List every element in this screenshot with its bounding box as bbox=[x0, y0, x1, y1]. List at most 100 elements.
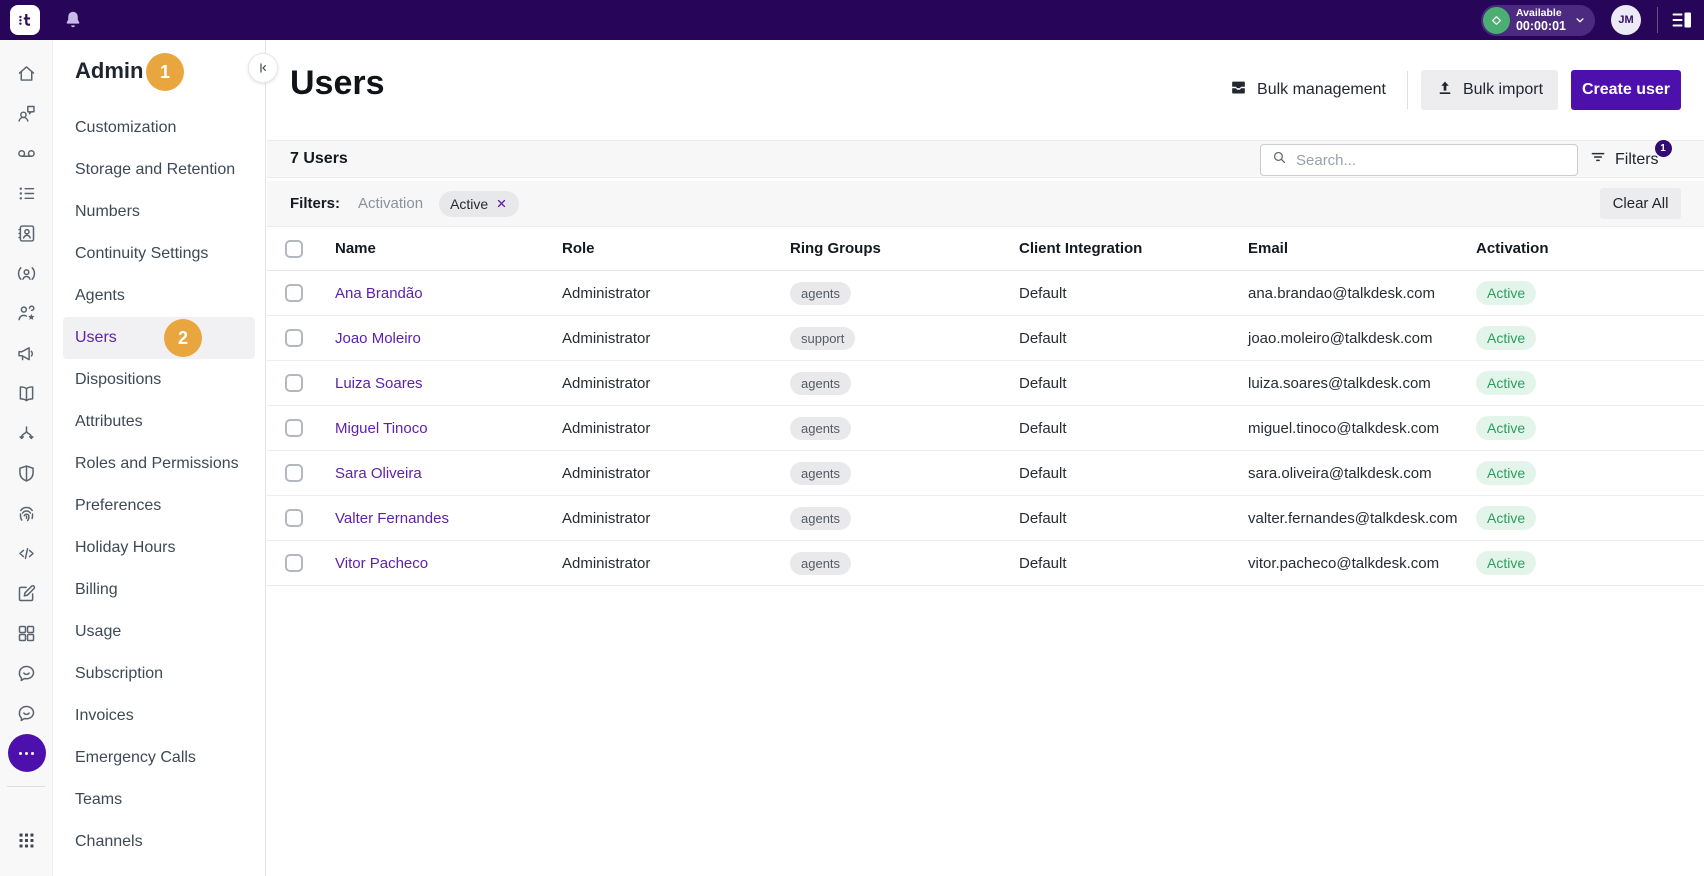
user-name-link[interactable]: Sara Oliveira bbox=[335, 465, 562, 482]
filter-icon bbox=[1589, 148, 1607, 171]
table-header: Name Role Ring Groups Client Integration… bbox=[267, 227, 1704, 271]
user-name-link[interactable]: Joao Moleiro bbox=[335, 330, 562, 347]
select-all-checkbox[interactable] bbox=[285, 239, 303, 258]
conversations-icon[interactable] bbox=[0, 93, 53, 133]
user-name-link[interactable]: Luiza Soares bbox=[335, 375, 562, 392]
sidebar-item-users[interactable]: Users 2 bbox=[63, 317, 255, 359]
voicemail-icon[interactable] bbox=[0, 133, 53, 173]
sidebar-item-attributes[interactable]: Attributes bbox=[53, 401, 265, 443]
user-count: 7 Users bbox=[290, 150, 348, 167]
ring-group-chip: agents bbox=[790, 281, 852, 305]
agent-status-selector[interactable]: Available 00:00:01 bbox=[1480, 4, 1595, 36]
sidebar-item-label: Subscription bbox=[75, 665, 164, 682]
sidebar-item-channels[interactable]: Channels bbox=[53, 821, 265, 863]
app-rail bbox=[0, 40, 53, 876]
user-name-link[interactable]: Ana Brandão bbox=[335, 285, 562, 302]
dashboard-icon[interactable] bbox=[0, 613, 53, 653]
step-badge-2: 2 bbox=[164, 319, 202, 357]
client-integration: Default bbox=[1019, 554, 1067, 572]
step-badge-1: 1 bbox=[146, 53, 184, 91]
sidebar-item-subscription[interactable]: Subscription bbox=[53, 653, 265, 695]
row-checkbox[interactable] bbox=[285, 374, 303, 392]
home-icon[interactable] bbox=[0, 53, 53, 93]
activation-badge: Active bbox=[1476, 281, 1537, 305]
user-name-link[interactable]: Miguel Tinoco bbox=[335, 420, 562, 437]
search-input[interactable] bbox=[1296, 151, 1567, 169]
security-icon[interactable] bbox=[0, 453, 53, 493]
search-icon bbox=[1271, 149, 1288, 171]
user-name-link[interactable]: Vitor Pacheco bbox=[335, 555, 562, 572]
filters-button[interactable]: Filters 1 bbox=[1589, 140, 1672, 171]
sidebar-item-emergency-calls[interactable]: Emergency Calls bbox=[53, 737, 265, 779]
user-role: Administrator bbox=[562, 329, 651, 347]
side-panel-icon[interactable] bbox=[1670, 8, 1694, 32]
sidebar-item-teams[interactable]: Teams bbox=[53, 779, 265, 821]
sidebar-item-dispositions[interactable]: Dispositions bbox=[53, 359, 265, 401]
sidebar-item-invoices[interactable]: Invoices bbox=[53, 695, 265, 737]
clear-all-button[interactable]: Clear All bbox=[1600, 188, 1681, 219]
user-role: Administrator bbox=[562, 464, 651, 482]
chat-icon[interactable] bbox=[0, 693, 53, 733]
team-star-icon[interactable] bbox=[0, 293, 53, 333]
upload-icon bbox=[1436, 79, 1454, 102]
sidebar-item-billing[interactable]: Billing bbox=[53, 569, 265, 611]
sidebar-item-label: Agents bbox=[75, 287, 125, 304]
user-email: joao.moleiro@talkdesk.com bbox=[1248, 329, 1433, 347]
filters-count-badge: 1 bbox=[1654, 140, 1672, 157]
user-name-link[interactable]: Valter Fernandes bbox=[335, 510, 562, 527]
row-checkbox[interactable] bbox=[285, 464, 303, 482]
avatar[interactable]: JM bbox=[1611, 5, 1641, 35]
sidebar-item-continuity-settings[interactable]: Continuity Settings bbox=[53, 233, 265, 275]
sidebar-item-roles-and-permissions[interactable]: Roles and Permissions bbox=[53, 443, 265, 485]
row-checkbox[interactable] bbox=[285, 284, 303, 302]
knowledge-icon[interactable] bbox=[0, 373, 53, 413]
client-integration: Default bbox=[1019, 374, 1067, 392]
sidebar-item-label: Billing bbox=[75, 581, 118, 598]
sidebar-item-label: Users bbox=[75, 329, 117, 346]
user-role: Administrator bbox=[562, 374, 651, 392]
talkdesk-logo[interactable] bbox=[10, 5, 40, 35]
user-role: Administrator bbox=[562, 284, 651, 302]
row-checkbox[interactable] bbox=[285, 329, 303, 347]
sidebar-item-preferences[interactable]: Preferences bbox=[53, 485, 265, 527]
ring-group-chip: agents bbox=[790, 461, 852, 485]
checklist-icon[interactable] bbox=[0, 173, 53, 213]
sidebar-item-label: Holiday Hours bbox=[75, 539, 176, 556]
sidebar-item-numbers[interactable]: Numbers bbox=[53, 191, 265, 233]
developer-icon[interactable] bbox=[0, 533, 53, 573]
table-row: Ana Brandão Administrator agents Default ana… bbox=[267, 271, 1704, 316]
fingerprint-icon[interactable] bbox=[0, 493, 53, 533]
sidebar-item-agents[interactable]: Agents bbox=[53, 275, 265, 317]
compose-icon[interactable] bbox=[0, 573, 53, 613]
table-row: Luiza Soares Administrator agents Default lu… bbox=[267, 361, 1704, 406]
bulk-management-button[interactable]: Bulk management bbox=[1221, 70, 1394, 110]
create-user-button[interactable]: Create user bbox=[1571, 70, 1681, 110]
sidebar-item-usage[interactable]: Usage bbox=[53, 611, 265, 653]
contacts-icon[interactable] bbox=[0, 213, 53, 253]
campaign-icon[interactable] bbox=[0, 333, 53, 373]
sidebar-collapse-button[interactable] bbox=[248, 53, 278, 83]
feedback-icon[interactable] bbox=[0, 653, 53, 693]
agent-icon[interactable] bbox=[0, 253, 53, 293]
row-checkbox[interactable] bbox=[285, 509, 303, 527]
more-icon[interactable] bbox=[0, 733, 53, 773]
bulk-management-label: Bulk management bbox=[1257, 81, 1386, 98]
ring-group-chip: agents bbox=[790, 551, 852, 575]
row-checkbox[interactable] bbox=[285, 554, 303, 572]
sidebar-item-customization[interactable]: Customization bbox=[53, 107, 265, 149]
remove-filter-icon[interactable] bbox=[495, 197, 508, 210]
bulk-management-icon bbox=[1229, 78, 1248, 102]
column-header-name: Name bbox=[335, 240, 376, 257]
bulk-import-button[interactable]: Bulk import bbox=[1421, 70, 1558, 110]
routing-icon[interactable] bbox=[0, 413, 53, 453]
row-checkbox[interactable] bbox=[285, 419, 303, 437]
table-row: Vitor Pacheco Administrator agents Default v… bbox=[267, 541, 1704, 586]
activation-badge: Active bbox=[1476, 371, 1537, 395]
filters-label: Filters bbox=[1615, 150, 1659, 168]
sidebar-item-label: Emergency Calls bbox=[75, 749, 196, 766]
sidebar-item-storage-and-retention[interactable]: Storage and Retention bbox=[53, 149, 265, 191]
apps-icon[interactable] bbox=[0, 820, 53, 860]
notifications-bell-icon[interactable] bbox=[62, 9, 84, 31]
sidebar-item-holiday-hours[interactable]: Holiday Hours bbox=[53, 527, 265, 569]
sidebar-item-label: Preferences bbox=[75, 497, 162, 514]
